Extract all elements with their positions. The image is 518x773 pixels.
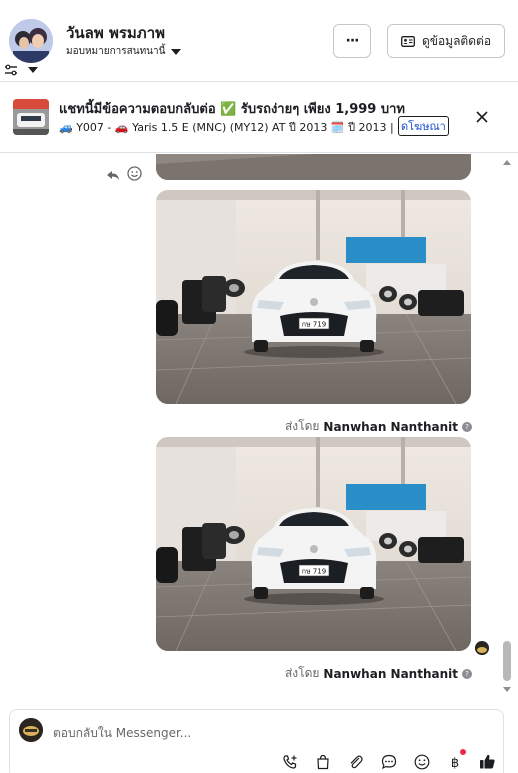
reply-input[interactable]: ตอบกลับใน Messenger... xyxy=(53,724,191,743)
license-plate: กษ 719 xyxy=(302,568,326,576)
sender-name[interactable]: Nanwhan Nanthanit xyxy=(323,420,458,434)
seen-avatar xyxy=(475,641,489,655)
sliders-icon xyxy=(5,64,17,76)
view-contact-info-label: ดูข้อมูลติดต่อ xyxy=(421,33,492,48)
sent-by-label: ส่งโดย Nanwhan Nanthanit ? xyxy=(285,417,472,436)
info-icon[interactable]: ? xyxy=(462,421,472,432)
reply-icon xyxy=(107,171,119,180)
emoji-button[interactable] xyxy=(412,752,431,771)
reply-button[interactable] xyxy=(106,167,120,181)
shop-button[interactable] xyxy=(313,752,332,771)
view-contact-info-button[interactable]: ดูข้อมูลติดต่อ xyxy=(387,24,505,58)
svg-text:฿: ฿ xyxy=(450,756,458,770)
message-photo[interactable]: กษ 719 xyxy=(156,437,471,651)
more-icon: ··· xyxy=(345,33,360,49)
saved-replies-button[interactable] xyxy=(379,752,398,771)
chat-bubble-icon xyxy=(381,754,396,769)
caret-down-icon xyxy=(171,48,182,55)
sent-by-prefix: ส่งโดย xyxy=(284,666,320,680)
ad-title: แชทนี้มีข้อความตอบกลับต่อ ✅ รับรถง่ายๆ เ… xyxy=(59,102,405,117)
sent-by-prefix: ส่งโดย xyxy=(284,419,320,433)
paperclip-icon xyxy=(350,755,363,768)
smiley-icon xyxy=(127,166,142,181)
ad-subtitle: 🚙 Y007 - 🚗 Yaris 1.5 E (MNC) (MY12) AT ป… xyxy=(59,121,429,134)
view-ad-link[interactable]: ดโฆษณา xyxy=(398,116,449,136)
close-banner-button[interactable] xyxy=(472,107,492,127)
sender-name[interactable]: Nanwhan Nanthanit xyxy=(323,667,458,681)
like-button[interactable] xyxy=(478,752,497,771)
add-call-button[interactable] xyxy=(280,752,299,771)
contact-card-icon xyxy=(401,35,415,47)
scroll-down-arrow-icon[interactable] xyxy=(500,685,514,695)
close-icon xyxy=(476,111,488,123)
thumbs-up-icon xyxy=(480,754,495,769)
message-photo[interactable] xyxy=(156,154,471,180)
contact-name[interactable]: วันลพ พรมภาพ xyxy=(66,21,165,45)
emoji-icon xyxy=(414,754,429,769)
conversation-header: วันลพ พรมภาพ มอบหมายการสนทนานี้ ··· ดูข้… xyxy=(0,0,518,82)
ad-context-banner: แชทนี้มีข้อความตอบกลับต่อ ✅ รับรถง่ายๆ เ… xyxy=(0,83,518,153)
contact-avatar[interactable] xyxy=(9,19,53,63)
more-options-button[interactable]: ··· xyxy=(333,24,371,58)
phone-plus-icon xyxy=(282,754,296,769)
notification-dot xyxy=(460,749,466,755)
message-composer: ตอบกลับใน Messenger... ฿ xyxy=(9,709,504,773)
payment-button[interactable]: ฿ xyxy=(445,749,466,771)
message-photo[interactable]: กษ 719 xyxy=(156,190,471,404)
scroll-up-arrow-icon[interactable] xyxy=(500,157,514,167)
message-thread: กษ 719 ส่งโดย Nanwhan Nanthanit ? กษ 719… xyxy=(0,154,518,702)
scrollbar[interactable] xyxy=(500,154,514,699)
attach-file-button[interactable] xyxy=(346,752,365,771)
page-avatar xyxy=(19,718,43,742)
filter-settings-button[interactable] xyxy=(4,62,44,78)
assign-conversation-dropdown[interactable]: มอบหมายการสนทนานี้ xyxy=(66,44,182,59)
sent-by-label: ส่งโดย Nanwhan Nanthanit ? xyxy=(285,664,472,683)
composer-toolbar: ฿ xyxy=(280,749,497,771)
shopping-bag-icon xyxy=(316,754,329,769)
assign-label: มอบหมายการสนทนานี้ xyxy=(66,46,166,57)
caret-down-icon xyxy=(28,67,38,73)
baht-icon: ฿ xyxy=(450,756,458,770)
react-button[interactable] xyxy=(127,166,142,181)
scrollbar-thumb[interactable] xyxy=(503,641,511,681)
ad-thumbnail[interactable] xyxy=(13,99,49,135)
info-icon[interactable]: ? xyxy=(462,668,472,679)
license-plate: กษ 719 xyxy=(302,321,326,329)
